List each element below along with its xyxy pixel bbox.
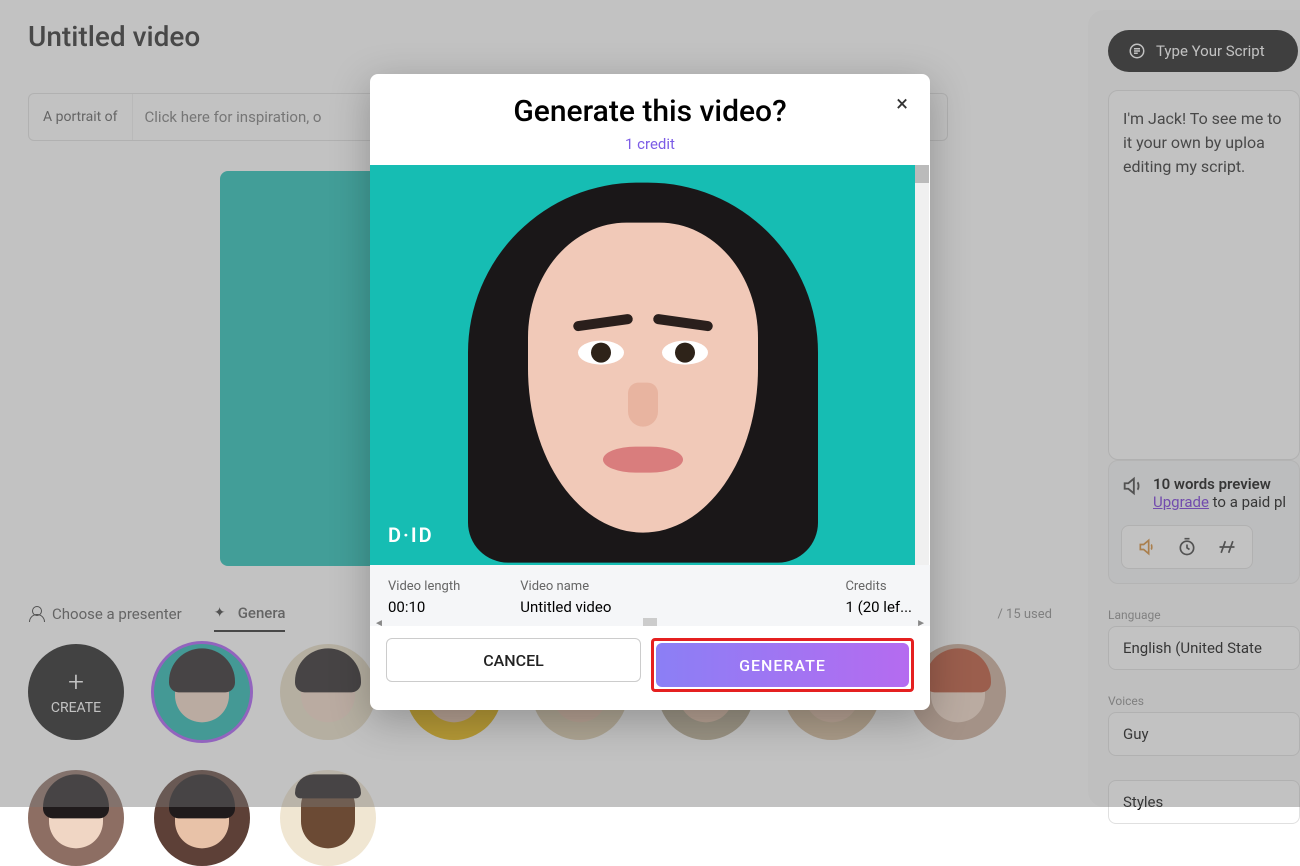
- video-name: Video name Untitled video: [520, 579, 611, 616]
- video-length-label: Video length: [388, 579, 460, 594]
- video-length-value: 00:10: [388, 598, 460, 616]
- modal-preview-image: D·ID: [370, 165, 915, 565]
- modal-buttons: CANCEL GENERATE: [370, 626, 930, 710]
- cancel-button[interactable]: CANCEL: [386, 638, 641, 682]
- video-name-value: Untitled video: [520, 598, 611, 616]
- generate-button[interactable]: GENERATE: [656, 643, 909, 687]
- modal-credit: 1 credit: [370, 135, 930, 165]
- generate-modal: × Generate this video? 1 credit D·ID V: [370, 74, 930, 710]
- modal-vscroll[interactable]: [915, 165, 929, 565]
- close-button[interactable]: ×: [896, 92, 908, 117]
- credits: Credits 1 (20 lef...: [845, 579, 912, 616]
- video-name-label: Video name: [520, 579, 611, 594]
- modal-overlay[interactable]: × Generate this video? 1 credit D·ID V: [0, 0, 1300, 807]
- watermark: D·ID: [388, 523, 434, 547]
- credits-value: 1 (20 lef...: [845, 598, 912, 616]
- modal-title: Generate this video?: [370, 74, 930, 135]
- credits-label: Credits: [845, 579, 912, 594]
- generate-highlight: GENERATE: [651, 638, 914, 692]
- video-length: Video length 00:10: [388, 579, 460, 616]
- modal-info: Video length 00:10 Video name Untitled v…: [370, 565, 930, 626]
- modal-hscroll[interactable]: ◄►: [374, 618, 926, 626]
